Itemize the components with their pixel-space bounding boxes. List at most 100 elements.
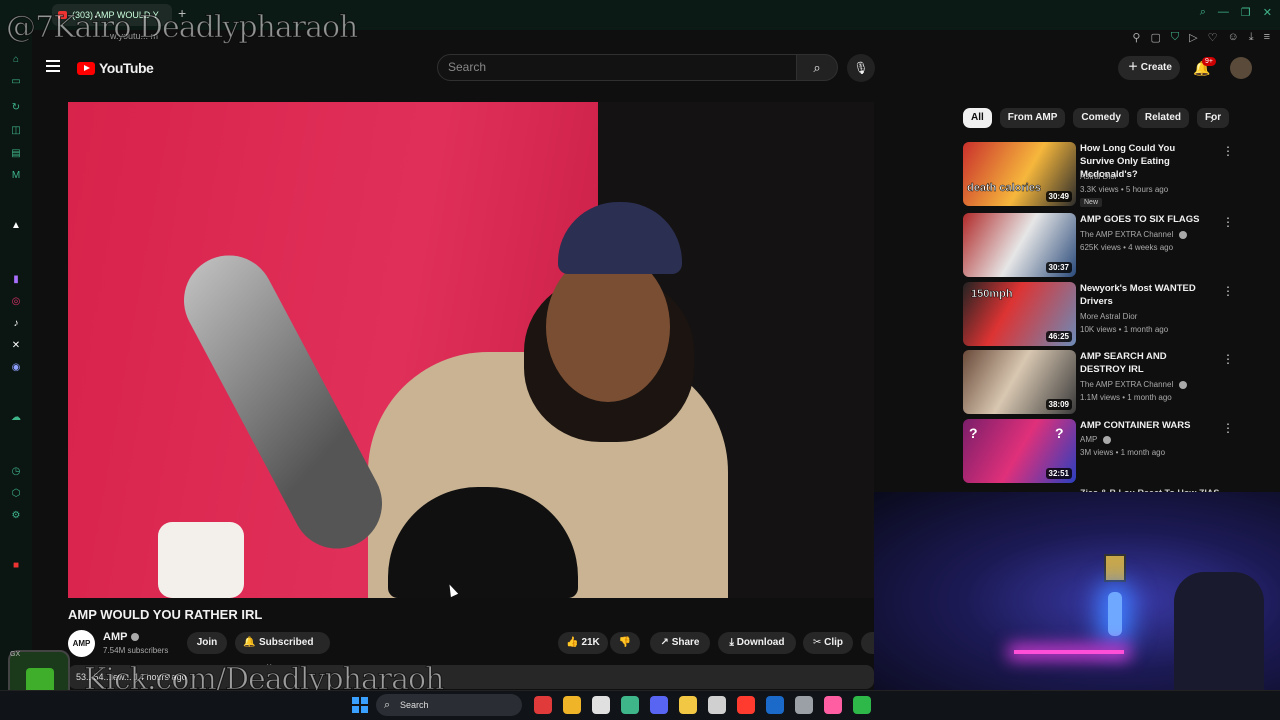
clip-button[interactable]: ✂ Clip (803, 632, 853, 654)
recommendation-channel[interactable]: AMP (1080, 435, 1112, 444)
share-button[interactable]: ↗ Share (650, 632, 710, 654)
hamburger-menu-icon[interactable] (46, 60, 60, 75)
channel-avatar[interactable]: AMP (68, 630, 95, 657)
verified-check-icon (1103, 435, 1112, 444)
chip-from-amp[interactable]: From AMP (999, 108, 1066, 128)
recommendation-thumbnail[interactable]: 38:09 (963, 350, 1076, 414)
menu-icon[interactable]: ≡ (1264, 31, 1270, 44)
taskbar-app-icon[interactable] (592, 696, 610, 714)
stripes-icon[interactable]: ▤ (10, 148, 22, 160)
profile-icon[interactable]: ☺ (1227, 31, 1238, 44)
more-actions-button[interactable] (861, 632, 874, 654)
taskbar-app-icon[interactable] (563, 696, 581, 714)
taskbar-app-icon[interactable] (650, 696, 668, 714)
gamepad-icon[interactable]: ▭ (10, 76, 22, 88)
channel-name[interactable]: AMP (103, 631, 140, 643)
verified-check-icon (131, 633, 140, 642)
heart-icon[interactable]: ♡ (1208, 31, 1218, 44)
more-options-icon[interactable]: ⋮ (1222, 144, 1234, 158)
cube-icon[interactable]: ⬡ (10, 488, 22, 500)
scissors-icon: ✂ (812, 637, 822, 648)
recommendation-channel[interactable]: The AMP EXTRA Channel (1080, 380, 1188, 389)
recommendation-item[interactable]: ? ? 32:51 AMP CONTAINER WARS AMP 3M view… (963, 419, 1234, 483)
recommendation-item[interactable]: 30:37 AMP GOES TO SIX FLAGS The AMP EXTR… (963, 213, 1234, 277)
download-icon[interactable]: ⤓ (1249, 31, 1254, 44)
x-icon[interactable]: ✕ (10, 340, 22, 352)
taskbar-app-icon[interactable] (534, 696, 552, 714)
recommendation-item[interactable]: 38:09 AMP SEARCH AND DESTROY IRL The AMP… (963, 350, 1234, 414)
recommendation-channel[interactable]: More Astral Dior (1080, 312, 1137, 321)
taskbar-app-icon[interactable] (679, 696, 697, 714)
restore-icon[interactable]: ❐ (1241, 6, 1251, 19)
taskbar-search[interactable]: Search (376, 694, 522, 716)
recommendation-meta: 1.1M views • 1 month ago (1080, 393, 1172, 402)
red-app-icon[interactable]: ■ (10, 560, 22, 572)
search-button[interactable]: ⌕ (796, 54, 838, 81)
messenger-icon[interactable]: M (10, 170, 22, 182)
more-options-icon[interactable]: ⋮ (1222, 421, 1234, 435)
taskbar-app-icon[interactable] (621, 696, 639, 714)
recommendation-channel-text: AMP (1080, 435, 1098, 444)
chip-comedy[interactable]: Comedy (1073, 108, 1129, 128)
recommendation-thumbnail[interactable]: 150mph 46:25 (963, 282, 1076, 346)
create-button[interactable]: ＋ Create (1118, 56, 1180, 80)
taskbar-app-icon[interactable] (708, 696, 726, 714)
dislike-button[interactable]: 👎 (610, 632, 640, 654)
thumbs-down-icon: 👎 (618, 637, 632, 648)
pin-icon[interactable]: ⚲ (1132, 31, 1140, 44)
windows-start-icon[interactable] (352, 697, 368, 713)
recommendation-channel[interactable]: Astral Dior (1080, 172, 1117, 181)
minimize-icon[interactable]: — (1218, 6, 1229, 19)
chip-related[interactable]: Related (1136, 108, 1189, 128)
screenshot-icon[interactable]: ▢ (1150, 31, 1160, 44)
recommendation-channel[interactable]: The AMP EXTRA Channel (1080, 230, 1188, 239)
search-tabs-icon[interactable]: ⌕ (1200, 6, 1206, 19)
recommendation-title[interactable]: AMP CONTAINER WARS (1080, 419, 1210, 432)
join-button[interactable]: Join (187, 632, 227, 654)
recommendation-title[interactable]: AMP SEARCH AND DESTROY IRL (1080, 350, 1210, 376)
triangle-app-icon[interactable]: ▲ (10, 220, 22, 232)
recommendation-thumbnail[interactable]: 30:37 (963, 213, 1076, 277)
more-options-icon[interactable]: ⋮ (1222, 215, 1234, 229)
play-icon[interactable]: ▷ (1189, 31, 1197, 44)
bag-icon[interactable]: ◫ (10, 125, 22, 137)
webcam-poster (1104, 554, 1126, 582)
more-options-icon[interactable]: ⋮ (1222, 352, 1234, 366)
recommendation-thumbnail[interactable]: death calories 30:49 (963, 142, 1076, 206)
download-button[interactable]: ⤓ Download (718, 632, 796, 654)
taskbar-app-icon[interactable] (795, 696, 813, 714)
recommendation-title[interactable]: AMP GOES TO SIX FLAGS (1080, 213, 1210, 226)
discord-icon[interactable]: ◉ (10, 362, 22, 374)
home-icon[interactable]: ⌂ (10, 54, 22, 66)
taskbar-app-icon[interactable] (766, 696, 784, 714)
voice-search-button[interactable]: 🎙 (847, 54, 875, 82)
twitch-icon[interactable]: ▮ (10, 274, 22, 286)
like-button[interactable]: 👍 21K (558, 632, 608, 654)
refresh-icon[interactable]: ↻ (10, 102, 22, 114)
account-avatar[interactable] (1230, 57, 1252, 79)
instagram-icon[interactable]: ◎ (10, 296, 22, 308)
shield-icon[interactable]: ⛉ (1171, 31, 1179, 44)
search-input[interactable]: Search (437, 54, 797, 81)
youtube-logo[interactable]: YouTube (77, 60, 154, 76)
clock-icon[interactable]: ◷ (10, 466, 22, 478)
settings-icon[interactable]: ⚙ (10, 510, 22, 522)
cloud-icon[interactable]: ☁ (10, 412, 22, 424)
recommendation-item[interactable]: death calories 30:49 How Long Could You … (963, 142, 1234, 207)
chip-all[interactable]: All (963, 108, 992, 128)
recommendation-title[interactable]: Newyork's Most WANTED Drivers (1080, 282, 1210, 308)
taskbar-app-icon[interactable] (824, 696, 842, 714)
taskbar-app-icon[interactable] (853, 696, 871, 714)
chevron-right-icon[interactable]: › (1210, 112, 1214, 126)
taskbar-app-icon[interactable] (737, 696, 755, 714)
recommendation-item[interactable]: 150mph 46:25 Newyork's Most WANTED Drive… (963, 282, 1234, 346)
video-player[interactable] (68, 102, 874, 598)
recommendation-thumbnail[interactable]: ? ? 32:51 (963, 419, 1076, 483)
tiktok-icon[interactable]: ♪ (10, 318, 22, 330)
close-icon[interactable]: ✕ (1263, 6, 1272, 19)
subscribed-button[interactable]: 🔔 Subscribed ⌄ (235, 632, 330, 670)
more-options-icon[interactable]: ⋮ (1222, 284, 1234, 298)
new-badge: New (1080, 198, 1103, 207)
gx-label: GX (10, 651, 21, 658)
webcam-blue-lamp (1108, 592, 1122, 636)
